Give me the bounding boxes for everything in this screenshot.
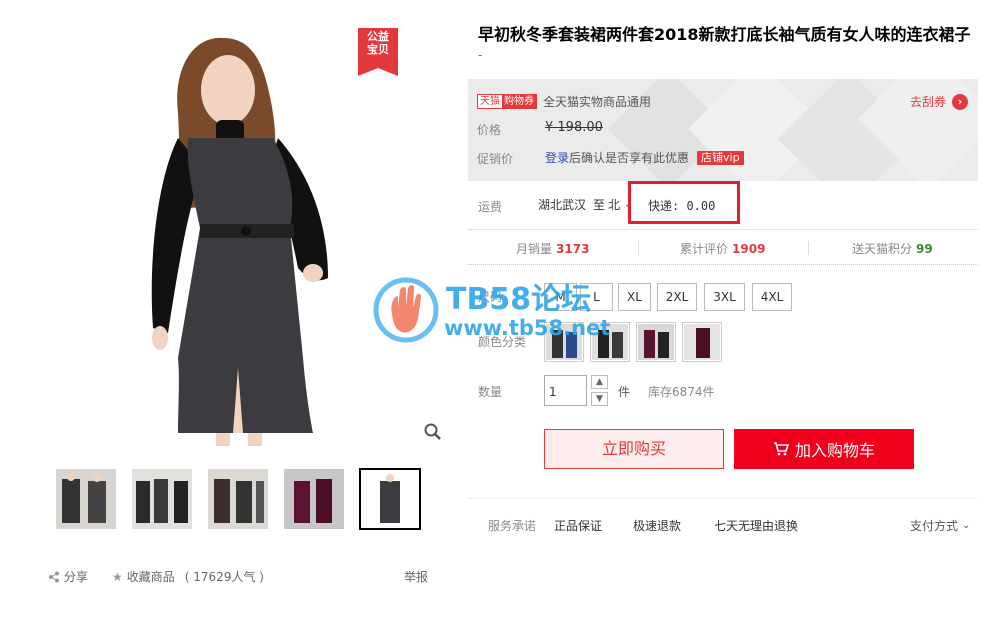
- monthly-sales-value: 3173: [556, 241, 590, 256]
- cart-icon: [773, 442, 789, 456]
- color-option-2[interactable]: [590, 322, 630, 362]
- stats-row: 月销量 3173 累计评价 1909 送天猫积分 99: [468, 229, 978, 265]
- product-subtitle: -: [478, 48, 483, 62]
- coupon-row: 天猫 购物券 全天猫实物商品通用: [477, 93, 651, 110]
- thumbnail-3[interactable]: [207, 468, 269, 530]
- report-label: 举报: [404, 570, 429, 584]
- original-price: ¥ 198.00: [545, 120, 603, 135]
- size-label: 尺码: [478, 290, 503, 304]
- tmall-points: 送天猫积分 99: [852, 240, 933, 257]
- thumbnail-1[interactable]: [55, 468, 117, 530]
- product-title: 早初秋冬季套装裙两件套2018新款打底长袖气质有女人味的连衣裙子: [478, 25, 971, 44]
- color-selector: 颜色分类: [478, 322, 978, 364]
- add-to-cart-label: 加入购物车: [794, 441, 875, 460]
- scratch-coupon-link[interactable]: 去刮券 ›: [910, 93, 968, 110]
- price-label: 价格: [477, 123, 502, 137]
- quantity-row: 数量 1 ▲ ▼ 件 库存6874件: [478, 374, 978, 406]
- service-item-fast-refund[interactable]: 极速退款: [633, 517, 681, 534]
- review-count[interactable]: 累计评价 1909: [680, 240, 765, 257]
- monthly-sales: 月销量 3173: [516, 240, 589, 257]
- ship-from: 湖北武汉: [538, 198, 587, 212]
- promo-desc: 后确认是否享有此优惠: [569, 151, 690, 165]
- payment-methods-dropdown[interactable]: 支付方式 ⌄: [910, 517, 970, 534]
- size-option-3xl[interactable]: 3XL: [704, 283, 745, 311]
- quantity-unit: 件: [618, 385, 631, 399]
- stats-divider: [638, 241, 639, 255]
- service-item-genuine[interactable]: 正品保证: [554, 517, 602, 534]
- share-label: 分享: [64, 570, 89, 584]
- size-option-l[interactable]: L: [580, 283, 613, 311]
- quantity-input[interactable]: 1: [544, 375, 587, 406]
- size-option-4xl[interactable]: 4XL: [752, 283, 792, 311]
- thumbnail-2[interactable]: [131, 468, 193, 530]
- size-option-2xl[interactable]: 2XL: [657, 283, 697, 311]
- login-link[interactable]: 登录: [545, 149, 569, 166]
- thumbnail-strip: [55, 468, 425, 530]
- report-link[interactable]: 举报: [404, 568, 428, 585]
- review-count-value: 1909: [732, 241, 766, 256]
- coupon-link-label: 去刮券: [909, 95, 946, 109]
- badge-text: 公益 宝贝: [367, 30, 389, 56]
- popularity-count: ( 17629人气 ): [184, 570, 264, 584]
- size-option-m[interactable]: M: [544, 283, 577, 311]
- coupon-text: 全天猫实物商品通用: [543, 95, 652, 109]
- store-vip-tag: 店铺vip: [697, 150, 744, 165]
- tmall-coupon-tag: 天猫 购物券: [477, 94, 537, 109]
- main-product-image[interactable]: 公益 宝贝: [28, 28, 446, 446]
- payment-methods-label: 支付方式: [910, 519, 959, 533]
- tmall-points-label: 送天猫积分: [852, 242, 913, 256]
- share-icon: [49, 571, 59, 582]
- monthly-sales-label: 月销量: [516, 242, 553, 256]
- buy-now-button[interactable]: 立即购买: [544, 429, 724, 469]
- tmall-points-value: 99: [916, 241, 933, 256]
- service-item-7day-return[interactable]: 七天无理由退换: [714, 517, 798, 534]
- chevron-down-icon: ⌄: [962, 520, 971, 531]
- service-promises: 服务承诺 正品保证 极速退款 七天无理由退换: [488, 517, 978, 533]
- bottom-actions: 分享 ★ 收藏商品 ( 17629人气 ) 举报: [48, 568, 433, 588]
- annotation-highlight-box: [628, 181, 740, 224]
- stats-divider: [808, 241, 809, 255]
- favorite-label: 收藏商品: [126, 570, 175, 584]
- star-icon: ★: [112, 569, 123, 584]
- tmall-tag-b: 购物券: [502, 95, 536, 108]
- zoom-icon[interactable]: [423, 422, 443, 442]
- add-to-cart-button[interactable]: 加入购物车: [734, 429, 914, 469]
- charity-badge: 公益 宝贝: [358, 28, 398, 76]
- ship-to-selector[interactable]: 至 北京 ⌄: [593, 196, 632, 213]
- color-option-3[interactable]: [636, 322, 676, 362]
- size-option-xl[interactable]: XL: [618, 283, 651, 311]
- promo-label: 促销价: [477, 152, 514, 166]
- thumbnail-4[interactable]: [283, 468, 345, 530]
- quantity-label: 数量: [478, 385, 503, 399]
- promo-text: 登录 后确认是否享有此优惠 店铺vip: [545, 149, 744, 166]
- color-label: 颜色分类: [478, 335, 527, 349]
- decrement-button[interactable]: ▼: [591, 392, 608, 406]
- review-count-label: 累计评价: [680, 242, 729, 256]
- share-link[interactable]: 分享: [48, 568, 88, 585]
- favorite-link[interactable]: ★ 收藏商品 ( 17629人气 ): [112, 568, 264, 585]
- color-option-4[interactable]: [682, 322, 722, 362]
- service-label: 服务承诺: [488, 519, 537, 533]
- tmall-tag-a: 天猫: [478, 95, 502, 108]
- color-option-1[interactable]: [544, 322, 584, 362]
- shipping-label: 运费: [478, 200, 503, 214]
- price-box: 天猫 购物券 全天猫实物商品通用 去刮券 › 价格 ¥ 198.00 促销价 登…: [468, 79, 978, 181]
- size-selector: 尺码 M L XL 2XL 3XL 4XL: [478, 283, 978, 313]
- chevron-right-icon: ›: [952, 93, 968, 110]
- ship-to: 北京: [608, 198, 621, 212]
- thumbnail-5[interactable]: [359, 468, 421, 530]
- product-photo: [28, 28, 446, 446]
- stock-count: 库存6874件: [648, 385, 715, 399]
- ship-to-prefix: 至: [593, 198, 606, 212]
- increment-button[interactable]: ▲: [591, 375, 608, 389]
- service-divider: [468, 498, 978, 499]
